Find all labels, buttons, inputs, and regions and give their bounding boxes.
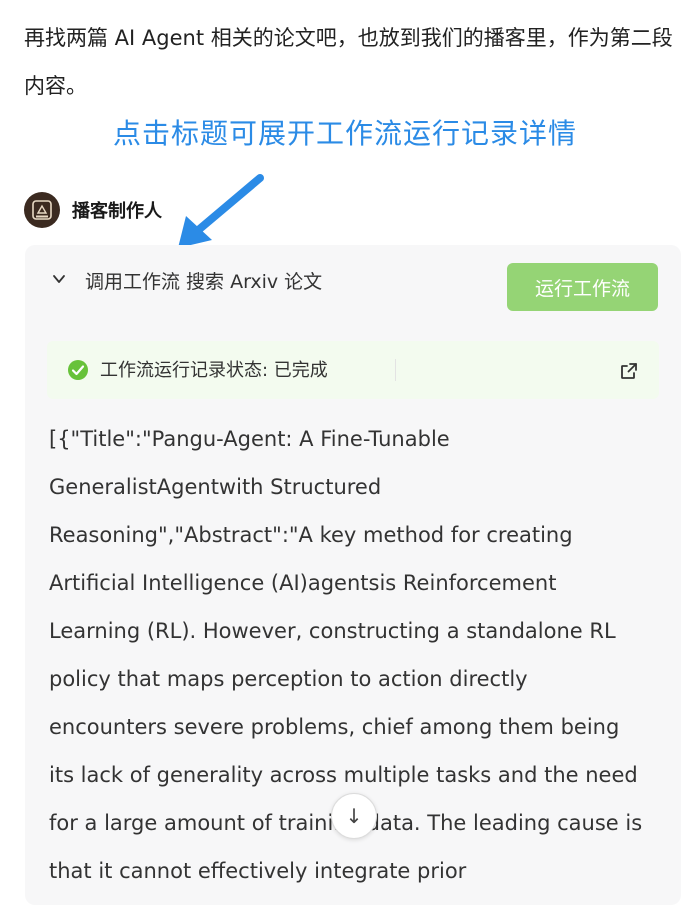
status-divider bbox=[395, 359, 396, 381]
annotation-label: 点击标题可展开工作流运行记录详情 bbox=[112, 117, 577, 150]
workflow-card-header[interactable]: 调用工作流 搜索 Arxiv 论文 运行工作流 bbox=[25, 245, 681, 327]
agent-avatar bbox=[24, 192, 60, 228]
chevron-down-icon[interactable] bbox=[51, 271, 67, 287]
arrow-pointer-icon bbox=[178, 174, 264, 248]
scroll-down-button[interactable]: ↓ bbox=[331, 793, 377, 839]
check-circle-icon bbox=[68, 360, 88, 380]
workflow-title[interactable]: 调用工作流 搜索 Arxiv 论文 bbox=[85, 267, 322, 294]
workflow-status-text: 工作流运行记录状态: 已完成 bbox=[100, 360, 328, 381]
user-message: 再找两篇 AI Agent 相关的论文吧，也放到我们的播客里，作为第二段内容。 bbox=[24, 26, 673, 98]
agent-name: 播客制作人 bbox=[72, 201, 162, 222]
agent-header: 播客制作人 bbox=[24, 191, 162, 229]
run-workflow-button[interactable]: 运行工作流 bbox=[507, 263, 658, 311]
workflow-status-bar: 工作流运行记录状态: 已完成 bbox=[47, 341, 659, 399]
podcast-logo-icon bbox=[32, 200, 52, 220]
external-link-icon[interactable] bbox=[619, 361, 639, 381]
